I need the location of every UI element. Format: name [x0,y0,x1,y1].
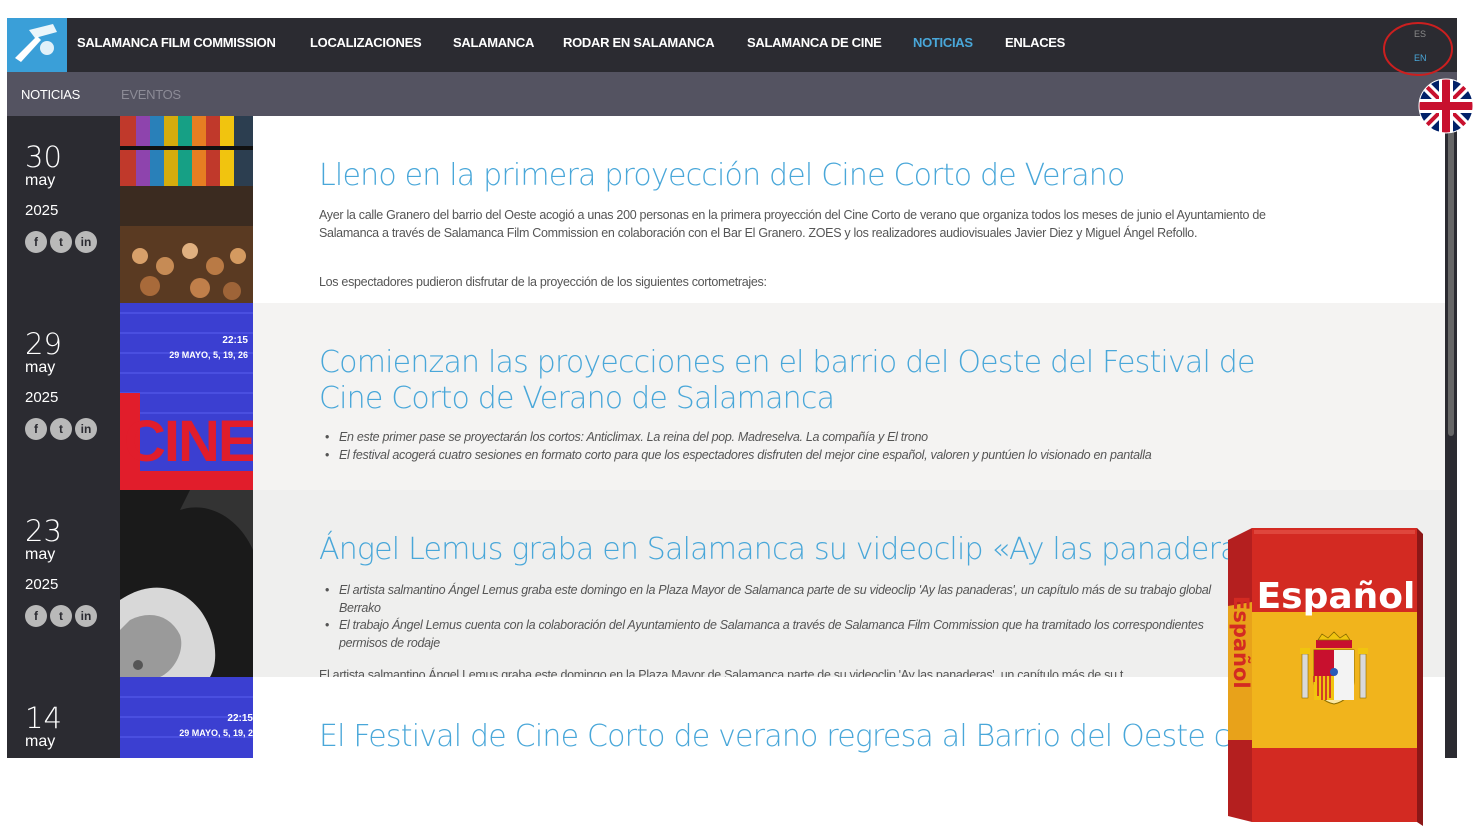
post-day: 30 [25,140,62,174]
post-thumbnail[interactable] [120,116,253,303]
post-bullets: En este primer pase se proyectarán los c… [325,429,1239,465]
post-body: Lleno en la primera proyección del Cine … [253,116,1445,303]
post-title[interactable]: Lleno en la primera proyección del Cine … [319,158,1125,194]
facebook-icon[interactable]: f [25,605,47,627]
post-month: may [25,172,56,189]
post-day: 14 [25,701,62,735]
scrollbar-thumb[interactable] [1448,126,1454,436]
nav-rodar-en-salamanca[interactable]: RODAR EN SALAMANCA [563,35,715,50]
facebook-icon[interactable]: f [25,418,47,440]
bullet-item: El trabajo Ángel Lemus cuenta con la col… [325,617,1239,652]
poster-dates: 29 MAYO, 5, 19, 2 [179,728,253,738]
post-excerpt: El artista salmantino Ángel Lemus graba … [319,668,1124,677]
twitter-icon[interactable]: t [50,418,72,440]
news-item: 29 may 2025 f t in 22:15 29 MAYO, 5, 19,… [7,303,1445,491]
date-column: 23 may 2025 f t in [7,490,120,678]
bullet-item: En este primer pase se proyectarán los c… [325,429,1239,447]
date-column: 30 may 2025 f t in [7,116,120,304]
post-excerpt: Ayer la calle Granero del barrio del Oes… [319,208,1266,240]
site-logo[interactable] [7,18,67,72]
post-body: Comienzan las proyecciones en el barrio … [253,303,1445,490]
post-day: 23 [25,514,62,548]
linkedin-icon[interactable]: in [75,418,97,440]
post-thumbnail[interactable]: 22:15 29 MAYO, 5, 19, 26 CINE [120,303,253,490]
date-column: 14 may [7,677,120,758]
bullet-item: El festival acogerá cuatro sesiones en f… [325,447,1239,465]
sub-navigation-bar: NOTICIAS EVENTOS [7,72,1457,116]
post-year: 2025 [25,202,59,219]
linkedin-icon[interactable]: in [75,605,97,627]
book-spine-text: Español [1229,596,1253,689]
post-year: 2025 [25,389,59,406]
uk-flag-icon [1418,78,1474,134]
nav-enlaces[interactable]: ENLACES [1005,35,1065,50]
post-bullets: El artista salmantino Ángel Lemus graba … [325,582,1239,652]
share-buttons: f t in [25,605,100,629]
twitter-icon[interactable]: t [50,605,72,627]
share-buttons: f t in [25,418,100,442]
spanish-book-illustration: Español Español [1228,528,1423,826]
post-excerpt-2: Los espectadores pudieron disfrutar de l… [319,275,767,289]
post-month: may [25,359,56,376]
post-year: 2025 [25,576,59,593]
post-thumbnail[interactable]: 22:15 29 MAYO, 5, 19, 2 [120,677,253,758]
top-navigation-bar: SALAMANCA FILM COMMISSION LOCALIZACIONES… [7,18,1457,72]
news-item: 30 may 2025 f t in Lleno en la primera p… [7,116,1445,304]
bullet-item: El artista salmantino Ángel Lemus graba … [325,582,1239,617]
book-title: Español [1257,576,1416,617]
post-day: 29 [25,327,62,361]
share-buttons: f t in [25,231,100,255]
highlight-circle [1383,22,1453,76]
nav-salamanca[interactable]: SALAMANCA [453,35,534,50]
nav-noticias[interactable]: NOTICIAS [913,35,973,50]
post-month: may [25,546,56,563]
date-column: 29 may 2025 f t in [7,303,120,491]
poster-time: 22:15 [222,335,248,346]
page-scrollbar[interactable] [1445,116,1457,758]
nav-localizaciones[interactable]: LOCALIZACIONES [310,35,422,50]
facebook-icon[interactable]: f [25,231,47,253]
poster-word: CINE [124,409,253,474]
nav-salamanca-de-cine[interactable]: SALAMANCA DE CINE [747,35,882,50]
nav-salamanca-film-commission[interactable]: SALAMANCA FILM COMMISSION [77,35,276,50]
linkedin-icon[interactable]: in [75,231,97,253]
poster-time: 22:15 [227,713,253,724]
post-thumbnail[interactable] [120,490,253,677]
subnav-noticias[interactable]: NOTICIAS [21,87,80,102]
subnav-eventos[interactable]: EVENTOS [121,87,181,102]
twitter-icon[interactable]: t [50,231,72,253]
post-title[interactable]: El Festival de Cine Corto de verano regr… [319,719,1315,755]
post-title[interactable]: Ángel Lemus graba en Salamanca su videoc… [319,532,1271,568]
poster-dates: 29 MAYO, 5, 19, 26 [169,350,248,360]
post-title[interactable]: Comienzan las proyecciones en el barrio … [319,345,1269,417]
post-month: may [25,733,56,750]
